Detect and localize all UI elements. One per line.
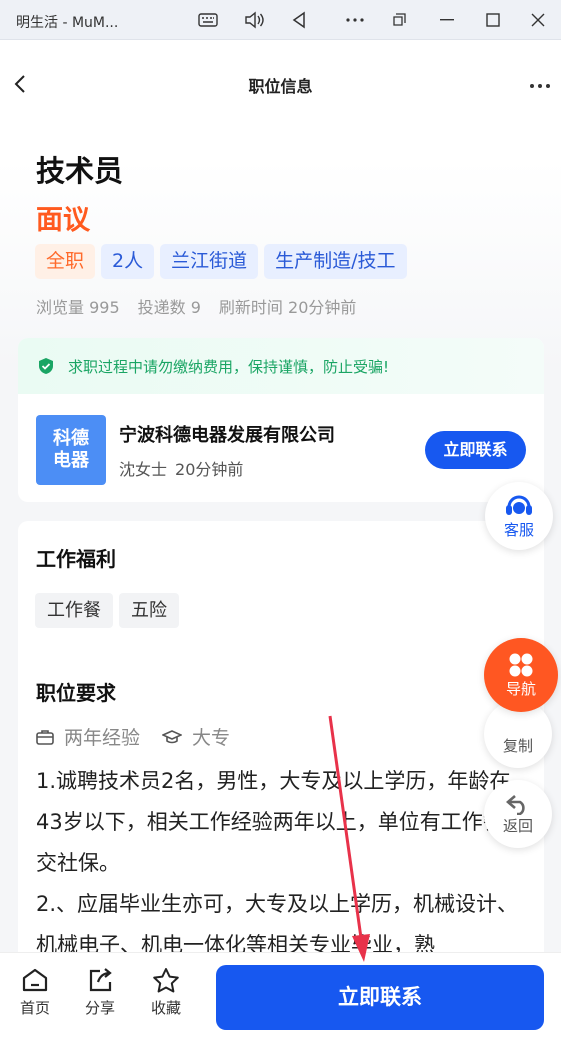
company-logo-line1: 科德 <box>53 428 89 449</box>
maximize-icon[interactable] <box>481 8 505 32</box>
home-icon <box>22 968 48 992</box>
headset-icon <box>506 495 532 515</box>
tag-headcount: 2人 <box>101 244 155 279</box>
company-card: 求职过程中请勿缴纳费用，保持谨慎，防止受骗! 科德 电器 宁波科德电器发展有限公… <box>18 338 544 502</box>
job-description: 1.诚聘技术员2名，男性，大专及以上学历，年龄在43岁以下，相关工作经验两年以上… <box>36 769 525 957</box>
requirements-summary: 两年经验 大专 <box>36 723 230 750</box>
return-icon <box>506 794 525 815</box>
customer-service-button[interactable]: 客服 <box>485 482 553 550</box>
education-requirement: 大专 <box>192 727 231 749</box>
briefcase-icon <box>36 729 54 745</box>
company-name[interactable]: 宁波科德电器发展有限公司 <box>119 421 335 447</box>
stat-refresh: 刷新时间 20分钟前 <box>218 298 357 317</box>
tag-category: 生产制造/技工 <box>264 244 407 279</box>
back-triangle-icon[interactable] <box>287 8 311 32</box>
job-title: 技术员 <box>36 154 124 188</box>
close-icon[interactable] <box>526 8 550 32</box>
return-label: 返回 <box>502 816 533 835</box>
window-titlebar: 明生活 - MuM... <box>0 0 561 40</box>
contact-time: 20分钟前 <box>175 460 244 479</box>
restore-icon[interactable] <box>388 8 412 32</box>
volume-icon[interactable] <box>242 8 266 32</box>
shield-check-icon <box>39 358 53 374</box>
more-menu-icon[interactable] <box>529 72 551 93</box>
bottom-bar: 首页 分享 收藏 立即联系 <box>0 952 561 1037</box>
contact-now-main-button[interactable]: 立即联系 <box>216 965 544 1030</box>
contact-now-button[interactable]: 立即联系 <box>425 431 526 469</box>
share-icon <box>89 968 112 992</box>
experience-requirement: 两年经验 <box>64 727 141 749</box>
window-title: 明生活 - MuM... <box>16 15 119 31</box>
benefit-tag: 五险 <box>119 593 179 628</box>
navigation-button[interactable]: 导航 <box>484 638 558 712</box>
tag-employment-type: 全职 <box>35 244 96 279</box>
tag-location: 兰江街道 <box>160 244 259 279</box>
keyboard-icon[interactable] <box>196 8 220 32</box>
company-logo[interactable]: 科德 电器 <box>36 415 106 485</box>
benefits-list: 工作餐 五险 <box>35 593 179 628</box>
stat-views: 浏览量 995 <box>36 298 120 317</box>
share-button[interactable]: 分享 <box>76 967 124 1018</box>
minimize-icon[interactable] <box>435 8 459 32</box>
nav-grid-icon <box>509 653 533 676</box>
benefit-tag: 工作餐 <box>35 593 113 628</box>
safety-notice-text: 求职过程中请勿缴纳费用，保持谨慎，防止受骗! <box>68 357 390 376</box>
job-stats: 浏览量 995 投递数 9 刷新时间 20分钟前 <box>36 294 356 318</box>
graduation-cap-icon <box>162 729 183 743</box>
company-logo-line2: 电器 <box>53 450 89 471</box>
job-tags: 全职 2人 兰江街道 生产制造/技工 <box>35 244 407 279</box>
app-content: 职位信息 技术员 面议 全职 2人 兰江街道 生产制造/技工 浏览量 995 投… <box>0 40 561 1037</box>
favorite-label: 收藏 <box>150 999 181 1017</box>
home-label: 首页 <box>19 999 50 1017</box>
stat-applications: 投递数 9 <box>137 298 201 317</box>
requirements-title: 职位要求 <box>36 681 116 705</box>
star-icon <box>153 968 179 993</box>
company-contact: 沈女士 20分钟前 <box>119 456 243 480</box>
return-button[interactable]: 返回 <box>484 780 552 848</box>
more-options-icon[interactable] <box>343 8 367 32</box>
contact-person: 沈女士 <box>119 460 168 479</box>
job-salary: 面议 <box>36 205 90 236</box>
home-button[interactable]: 首页 <box>11 967 59 1018</box>
share-label: 分享 <box>84 999 115 1017</box>
customer-service-label: 客服 <box>503 520 534 539</box>
navigation-label: 导航 <box>505 679 536 698</box>
page-header: 职位信息 <box>0 40 561 128</box>
safety-notice: 求职过程中请勿缴纳费用，保持谨慎，防止受骗! <box>18 338 544 394</box>
copy-label: 复制 <box>502 736 533 755</box>
page-title: 职位信息 <box>248 77 313 96</box>
benefits-title: 工作福利 <box>36 547 116 571</box>
favorite-button[interactable]: 收藏 <box>142 967 190 1018</box>
